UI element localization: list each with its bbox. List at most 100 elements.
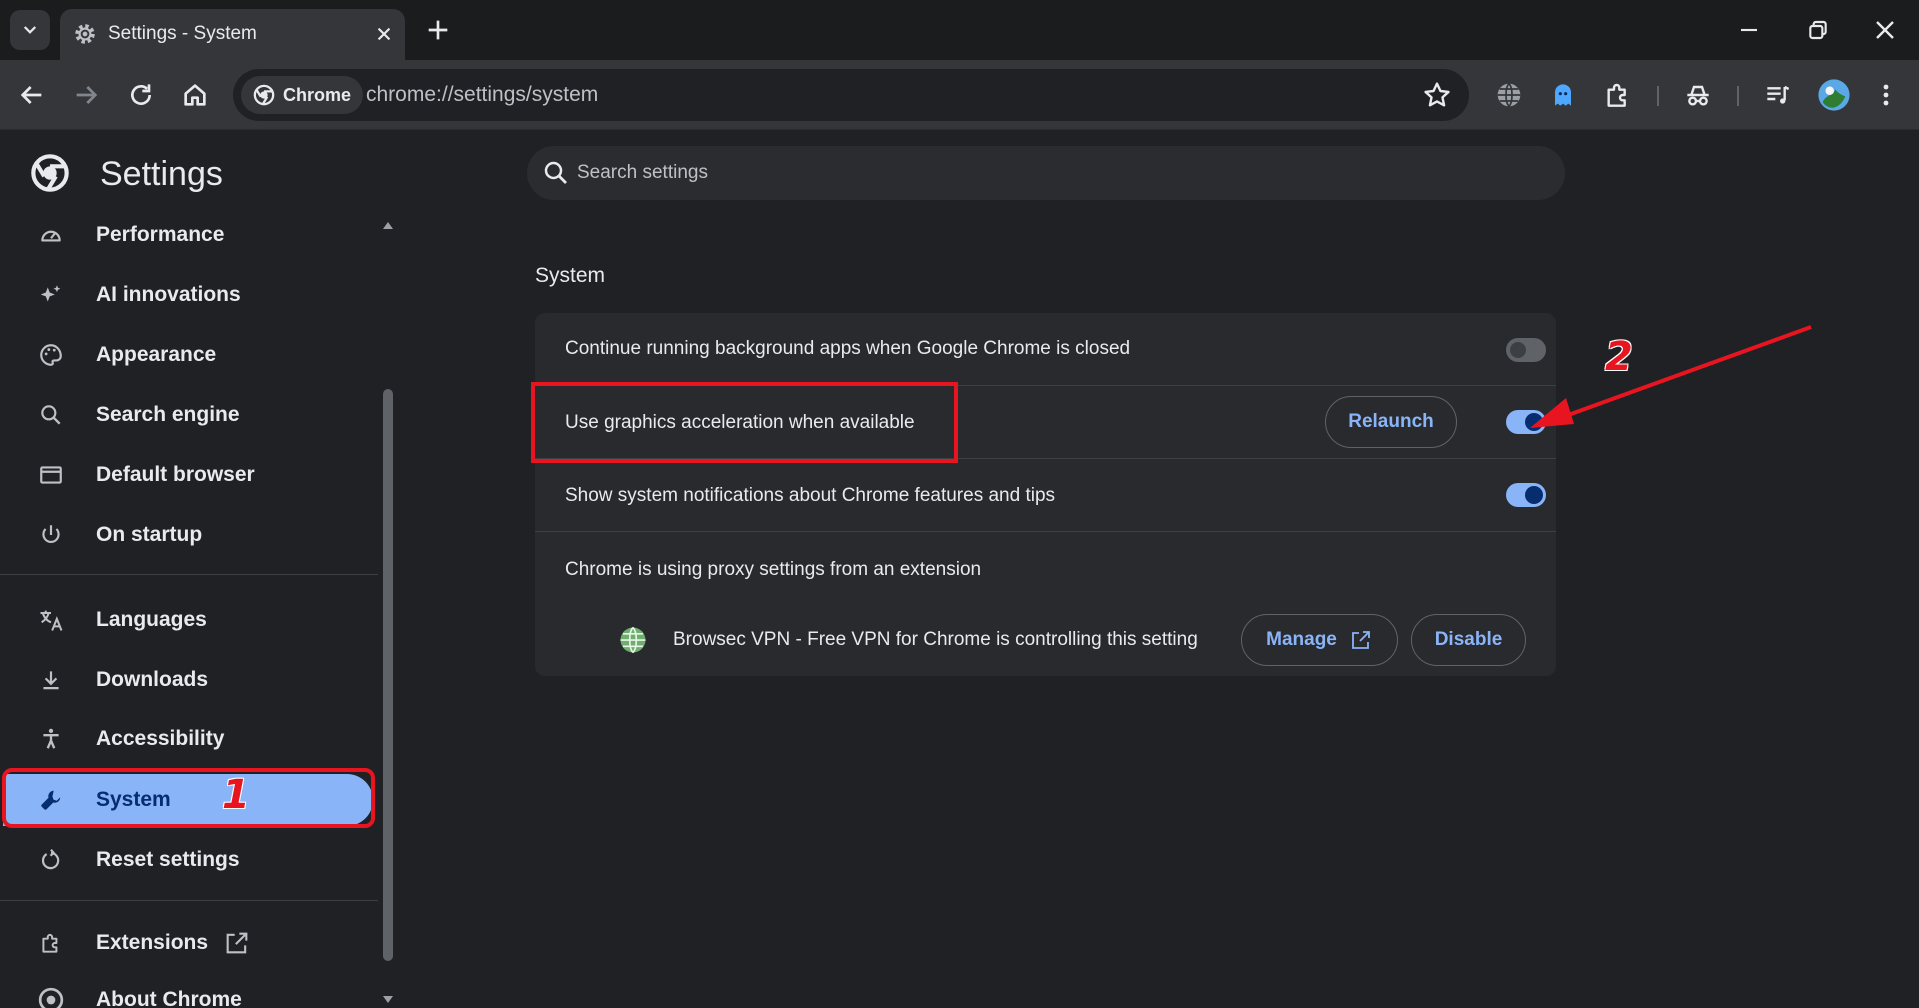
close-window-icon[interactable] bbox=[1869, 14, 1901, 46]
sidebar-item-accessibility[interactable]: Accessibility bbox=[0, 713, 378, 765]
section-title: System bbox=[535, 264, 606, 287]
sidebar-divider bbox=[0, 900, 378, 901]
sidebar-item-extensions[interactable]: Extensions bbox=[0, 917, 378, 969]
browser-toolbar: Chrome chrome://settings/system bbox=[0, 60, 1919, 130]
gear-icon bbox=[75, 24, 95, 44]
browser-window-icon bbox=[36, 460, 66, 490]
url-text[interactable]: chrome://settings/system bbox=[366, 83, 598, 107]
settings-search[interactable] bbox=[527, 146, 1565, 200]
more-menu-icon[interactable] bbox=[1870, 79, 1902, 111]
puzzle-icon bbox=[36, 928, 66, 958]
ghost-extension-icon[interactable] bbox=[1547, 79, 1579, 111]
forward-icon[interactable] bbox=[70, 79, 102, 111]
sidebar-item-search-engine[interactable]: Search engine bbox=[0, 389, 378, 441]
sidebar-item-about-chrome[interactable]: About Chrome bbox=[0, 974, 378, 1008]
sidebar-item-on-startup[interactable]: On startup bbox=[0, 509, 378, 561]
page-title: Settings bbox=[100, 155, 223, 193]
sidebar-item-downloads[interactable]: Downloads bbox=[0, 654, 378, 706]
sidebar-item-label: Extensions bbox=[96, 931, 209, 954]
sidebar-item-label: About Chrome bbox=[96, 988, 242, 1008]
translate-icon bbox=[36, 605, 66, 635]
proxy-label: Chrome is using proxy settings from an e… bbox=[565, 559, 982, 580]
manage-button[interactable]: Manage bbox=[1241, 614, 1398, 666]
setting-row-system-notifications[interactable]: Show system notifications about Chrome f… bbox=[535, 459, 1556, 532]
annotation-highlight-system bbox=[2, 768, 375, 828]
address-bar[interactable]: Chrome chrome://settings/system bbox=[233, 69, 1469, 121]
sidebar-item-appearance[interactable]: Appearance bbox=[0, 329, 378, 381]
sidebar-item-label: Accessibility bbox=[96, 727, 225, 750]
close-tab-icon[interactable] bbox=[371, 21, 397, 47]
home-icon[interactable] bbox=[179, 79, 211, 111]
reset-icon bbox=[36, 845, 66, 875]
sidebar-item-label: Search engine bbox=[96, 403, 240, 426]
tab-strip: Settings - System bbox=[0, 0, 1919, 60]
download-icon bbox=[36, 665, 66, 695]
chrome-icon bbox=[36, 985, 66, 1008]
search-icon bbox=[544, 161, 567, 184]
annotation-step-1: 1 bbox=[222, 772, 250, 818]
scroll-down-arrow-icon[interactable] bbox=[382, 994, 394, 1006]
sidebar-item-default-browser[interactable]: Default browser bbox=[0, 449, 378, 501]
sidebar-item-label: Appearance bbox=[96, 343, 217, 366]
disable-button[interactable]: Disable bbox=[1411, 614, 1526, 666]
incognito-icon[interactable] bbox=[1682, 79, 1714, 111]
bookmark-star-icon[interactable] bbox=[1421, 79, 1453, 111]
sidebar-item-label: Performance bbox=[96, 223, 225, 246]
search-icon bbox=[36, 400, 66, 430]
back-icon[interactable] bbox=[16, 79, 48, 111]
sidebar-scroll-thumb[interactable] bbox=[383, 389, 393, 961]
sidebar-item-performance[interactable]: Performance bbox=[0, 209, 378, 261]
search-input[interactable] bbox=[577, 146, 1477, 200]
browsec-globe-icon[interactable] bbox=[1493, 79, 1525, 111]
sidebar-divider bbox=[0, 574, 378, 575]
scroll-up-arrow-icon[interactable] bbox=[382, 219, 394, 231]
chrome-logo-icon bbox=[253, 84, 275, 106]
annotation-highlight-graphics bbox=[531, 382, 958, 463]
setting-label: Show system notifications about Chrome f… bbox=[565, 485, 1056, 506]
proxy-extension-text: Browsec VPN - Free VPN for Chrome is con… bbox=[673, 629, 1198, 650]
site-info-label: Chrome bbox=[283, 84, 352, 105]
site-info-chip[interactable]: Chrome bbox=[241, 76, 364, 114]
restore-icon[interactable] bbox=[1801, 14, 1833, 46]
minimize-icon[interactable] bbox=[1733, 14, 1765, 46]
tab-settings-system[interactable]: Settings - System bbox=[60, 9, 405, 60]
reload-icon[interactable] bbox=[125, 79, 157, 111]
annotation-arrow bbox=[1530, 325, 1812, 428]
toolbar-divider bbox=[1657, 86, 1659, 106]
sparkle-icon bbox=[36, 280, 66, 310]
sidebar-item-languages[interactable]: Languages bbox=[0, 594, 378, 646]
external-link-icon bbox=[226, 932, 248, 954]
palette-icon bbox=[36, 340, 66, 370]
sidebar-item-label: Downloads bbox=[96, 668, 209, 691]
settings-brand bbox=[30, 153, 70, 193]
system-settings-card: Continue running background apps when Go… bbox=[535, 313, 1556, 676]
sidebar-item-label: Languages bbox=[96, 608, 207, 631]
speedometer-icon bbox=[36, 220, 66, 250]
sidebar-item-label: On startup bbox=[96, 523, 203, 546]
extensions-puzzle-icon[interactable] bbox=[1602, 79, 1634, 111]
settings-sidebar: Settings Performance AI innovations Appe… bbox=[0, 131, 398, 1008]
proxy-settings-row: Chrome is using proxy settings from an e… bbox=[535, 532, 1556, 676]
tab-title: Settings - System bbox=[108, 23, 257, 44]
system-notifications-toggle[interactable] bbox=[1506, 483, 1546, 507]
accessibility-icon bbox=[36, 724, 66, 754]
sidebar-item-reset-settings[interactable]: Reset settings bbox=[0, 834, 378, 886]
power-icon bbox=[36, 520, 66, 550]
new-tab-icon[interactable] bbox=[422, 14, 454, 46]
profile-avatar-icon[interactable] bbox=[1817, 78, 1851, 112]
media-control-icon[interactable] bbox=[1762, 79, 1794, 111]
chevron-down-icon bbox=[23, 26, 37, 34]
chrome-logo-icon bbox=[31, 154, 69, 192]
tab-search-button[interactable] bbox=[10, 10, 50, 50]
relaunch-button[interactable]: Relaunch bbox=[1325, 396, 1457, 448]
sidebar-item-label: Reset settings bbox=[96, 848, 240, 871]
browsec-globe-icon bbox=[620, 626, 646, 654]
setting-row-background-apps[interactable]: Continue running background apps when Go… bbox=[535, 313, 1556, 386]
external-link-icon bbox=[1351, 631, 1370, 649]
sidebar-item-ai-innovations[interactable]: AI innovations bbox=[0, 269, 378, 321]
sidebar-item-label: Default browser bbox=[96, 463, 255, 486]
manage-button-label: Manage bbox=[1266, 629, 1337, 650]
toolbar-divider bbox=[1737, 86, 1739, 106]
setting-label: Continue running background apps when Go… bbox=[565, 338, 1131, 359]
sidebar-item-label: AI innovations bbox=[96, 283, 241, 306]
